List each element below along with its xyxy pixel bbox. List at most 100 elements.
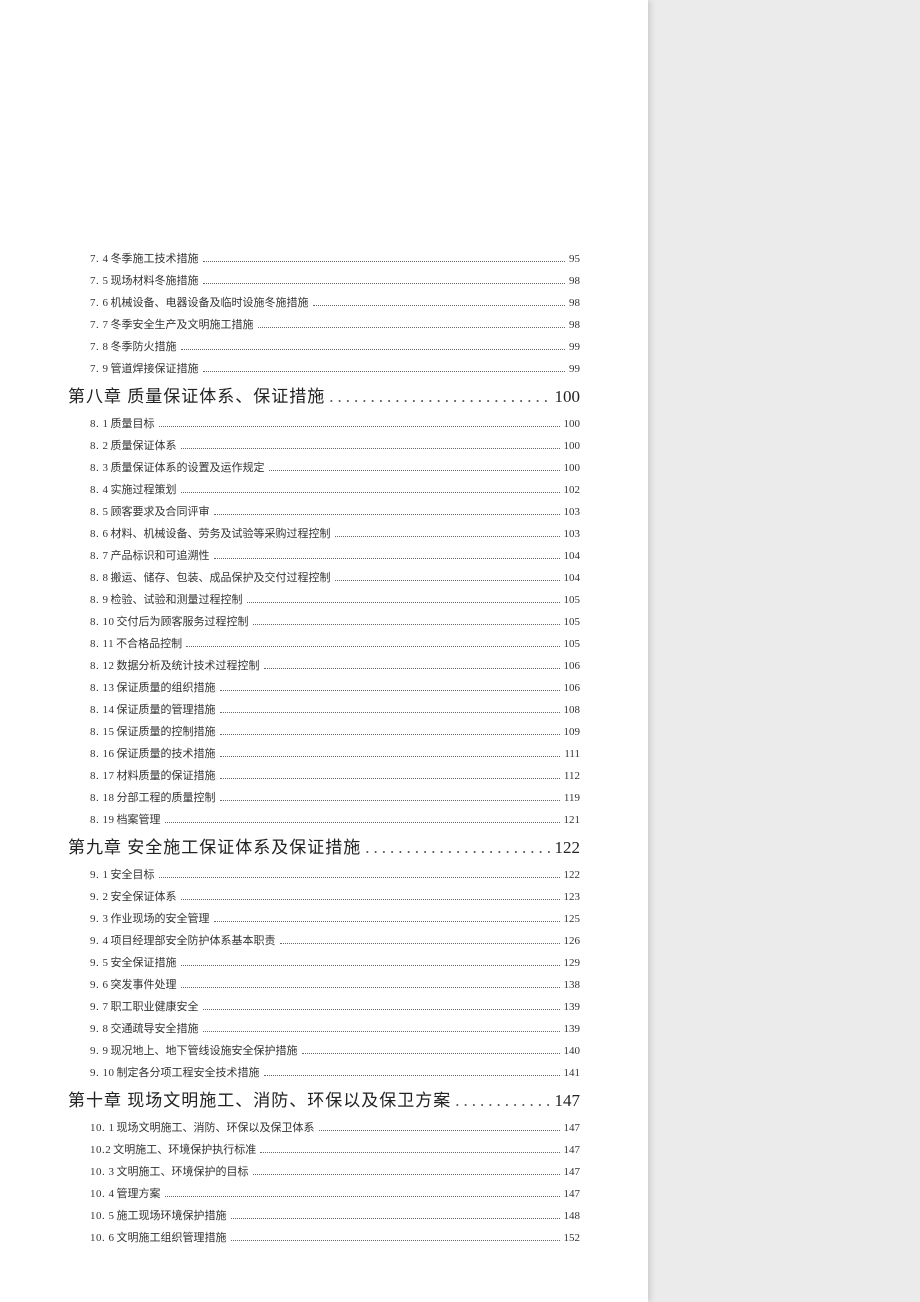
toc-leader	[203, 283, 566, 284]
toc-sub-entry[interactable]: 8. 5 顾客要求及合同评审 103	[90, 503, 580, 519]
toc-entry-number: 7. 4	[90, 253, 109, 265]
toc-sub-entry[interactable]: 8. 12 数据分析及统计技术过程控制 106	[90, 657, 580, 673]
toc-leader	[319, 1130, 560, 1131]
toc-sub-entry[interactable]: 8. 10 交付后为顾客服务过程控制 105	[90, 613, 580, 629]
toc-sub-entry[interactable]: 9. 5 安全保证措施 129	[90, 954, 580, 970]
toc-entry-page: 122	[564, 869, 581, 881]
toc-entry-number: 8. 18	[90, 792, 115, 804]
toc-leader: ........................................…	[329, 387, 550, 407]
toc-sub-entry[interactable]: 10. 5 施工现场环境保护措施 148	[90, 1207, 580, 1223]
toc-sub-entry[interactable]: 8. 13 保证质量的组织措施 106	[90, 679, 580, 695]
toc-sub-entry[interactable]: 7. 6 机械设备、电器设备及临时设施冬施措施 98	[90, 294, 580, 310]
toc-entry-number: 8. 14	[90, 704, 115, 716]
toc-entry-page: 119	[564, 792, 580, 804]
toc-sub-entry[interactable]: 8. 11 不合格品控制 105	[90, 635, 580, 651]
toc-leader	[260, 1152, 559, 1153]
toc-chapter-page: 122	[555, 838, 581, 858]
toc-sub-entry[interactable]: 8. 18 分部工程的质量控制 119	[90, 789, 580, 805]
toc-entry-label: 职工职业健康安全	[111, 998, 199, 1014]
toc-sub-entry[interactable]: 8. 4 实施过程策划 102	[90, 481, 580, 497]
toc-entry-number: 10.2	[90, 1144, 111, 1156]
toc-sub-entry[interactable]: 10. 4 管理方案 147	[90, 1185, 580, 1201]
toc-sub-entry[interactable]: 9. 2 安全保证体系 123	[90, 888, 580, 904]
toc-entry-label: 管道焊接保证措施	[111, 360, 199, 376]
toc-entry-page: 104	[564, 572, 581, 584]
toc-entry-label: 管理方案	[117, 1185, 161, 1201]
toc-entry-number: 8. 10	[90, 616, 115, 628]
toc-sub-entry[interactable]: 8. 16 保证质量的技术措施 111	[90, 745, 580, 761]
toc-sub-entry[interactable]: 8. 8 搬运、储存、包装、成品保护及交付过程控制 104	[90, 569, 580, 585]
toc-leader	[214, 558, 560, 559]
toc-sub-entry[interactable]: 8. 3 质量保证体系的设置及运作规定 100	[90, 459, 580, 475]
toc-sub-entry[interactable]: 7. 4 冬季施工技术措施 95	[90, 250, 580, 266]
toc-sub-entry[interactable]: 10. 6 文明施工组织管理措施 152	[90, 1229, 580, 1245]
toc-sub-entry[interactable]: 10.2 文明施工、环境保护执行标准 147	[90, 1141, 580, 1157]
toc-chapter-entry[interactable]: 第十章 现场文明施工、消防、环保以及保卫方案..................…	[68, 1086, 580, 1111]
toc-entry-label: 现场文明施工、消防、环保以及保卫体系	[117, 1119, 315, 1135]
toc-sub-entry[interactable]: 7. 9 管道焊接保证措施 99	[90, 360, 580, 376]
toc-sub-entry[interactable]: 8. 9 检验、试验和测量过程控制 105	[90, 591, 580, 607]
toc-sub-entry[interactable]: 9. 9 现况地上、地下管线设施安全保护措施 140	[90, 1042, 580, 1058]
toc-leader	[181, 899, 560, 900]
toc-entry-label: 制定各分项工程安全技术措施	[117, 1064, 260, 1080]
toc-sub-entry[interactable]: 7. 8 冬季防火措施 99	[90, 338, 580, 354]
toc-sub-entry[interactable]: 9. 8 交通疏导安全措施 139	[90, 1020, 580, 1036]
toc-leader	[264, 1075, 560, 1076]
toc-entry-label: 产品标识和可追溯性	[111, 547, 210, 563]
toc-leader	[159, 877, 560, 878]
toc-entry-number: 7. 9	[90, 363, 109, 375]
toc-leader	[165, 1196, 560, 1197]
toc-chapter-entry[interactable]: 第八章 质量保证体系、保证措施.........................…	[68, 382, 580, 407]
toc-entry-page: 125	[564, 913, 581, 925]
toc-entry-number: 8. 19	[90, 814, 115, 826]
toc-sub-entry[interactable]: 7. 7 冬季安全生产及文明施工措施 98	[90, 316, 580, 332]
toc-sub-entry[interactable]: 9. 7 职工职业健康安全 139	[90, 998, 580, 1014]
toc-leader	[253, 1174, 560, 1175]
toc-leader	[220, 778, 560, 779]
toc-entry-number: 8. 2	[90, 440, 109, 452]
toc-entry-label: 数据分析及统计技术过程控制	[117, 657, 260, 673]
toc-leader	[258, 327, 566, 328]
toc-leader	[203, 1031, 560, 1032]
toc-sub-entry[interactable]: 8. 1 质量目标 100	[90, 415, 580, 431]
toc-sub-entry[interactable]: 8. 6 材料、机械设备、劳务及试验等采购过程控制 103	[90, 525, 580, 541]
toc-entry-number: 8. 3	[90, 462, 109, 474]
toc-sub-entry[interactable]: 10. 1 现场文明施工、消防、环保以及保卫体系 147	[90, 1119, 580, 1135]
toc-leader	[335, 580, 560, 581]
toc-entry-number: 10. 4	[90, 1188, 115, 1200]
toc-sub-entry[interactable]: 9. 4 项目经理部安全防护体系基本职责 126	[90, 932, 580, 948]
toc-entry-label: 作业现场的安全管理	[111, 910, 210, 926]
toc-sub-entry[interactable]: 8. 19 档案管理 121	[90, 811, 580, 827]
toc-leader	[302, 1053, 560, 1054]
toc-sub-entry[interactable]: 8. 2 质量保证体系 100	[90, 437, 580, 453]
toc-sub-entry[interactable]: 9. 6 突发事件处理 138	[90, 976, 580, 992]
toc-entry-page: 104	[564, 550, 581, 562]
toc-leader	[264, 668, 560, 669]
toc-entry-page: 105	[564, 616, 581, 628]
toc-chapter-page: 100	[555, 387, 581, 407]
toc-sub-entry[interactable]: 9. 10 制定各分项工程安全技术措施 141	[90, 1064, 580, 1080]
toc-entry-page: 147	[564, 1144, 581, 1156]
toc-sub-entry[interactable]: 7. 5 现场材料冬施措施 98	[90, 272, 580, 288]
toc-entry-label: 冬季施工技术措施	[111, 250, 199, 266]
toc-entry-label: 文明施工、环境保护的目标	[117, 1163, 249, 1179]
toc-entry-page: 147	[564, 1166, 581, 1178]
toc-entry-number: 8. 7	[90, 550, 109, 562]
toc-entry-label: 安全保证措施	[111, 954, 177, 970]
toc-entry-number: 9. 4	[90, 935, 109, 947]
toc-sub-entry[interactable]: 8. 14 保证质量的管理措施 108	[90, 701, 580, 717]
toc-sub-entry[interactable]: 8. 15 保证质量的控制措施 109	[90, 723, 580, 739]
toc-sub-entry[interactable]: 9. 3 作业现场的安全管理 125	[90, 910, 580, 926]
toc-entry-page: 148	[564, 1210, 581, 1222]
toc-chapter-entry[interactable]: 第九章 安全施工保证体系及保证措施.......................…	[68, 833, 580, 858]
toc-sub-entry[interactable]: 9. 1 安全目标 122	[90, 866, 580, 882]
toc-entry-page: 106	[564, 660, 581, 672]
toc-leader	[214, 921, 560, 922]
toc-sub-entry[interactable]: 8. 7 产品标识和可追溯性 104	[90, 547, 580, 563]
toc-sub-entry[interactable]: 10. 3 文明施工、环境保护的目标 147	[90, 1163, 580, 1179]
toc-entry-label: 质量保证体系的设置及运作规定	[111, 459, 265, 475]
toc-entry-label: 文明施工、环境保护执行标准	[113, 1141, 256, 1157]
toc-chapter-title: 第八章 质量保证体系、保证措施	[68, 382, 325, 407]
toc-leader: ........................................…	[455, 1091, 550, 1111]
toc-sub-entry[interactable]: 8. 17 材料质量的保证措施 112	[90, 767, 580, 783]
